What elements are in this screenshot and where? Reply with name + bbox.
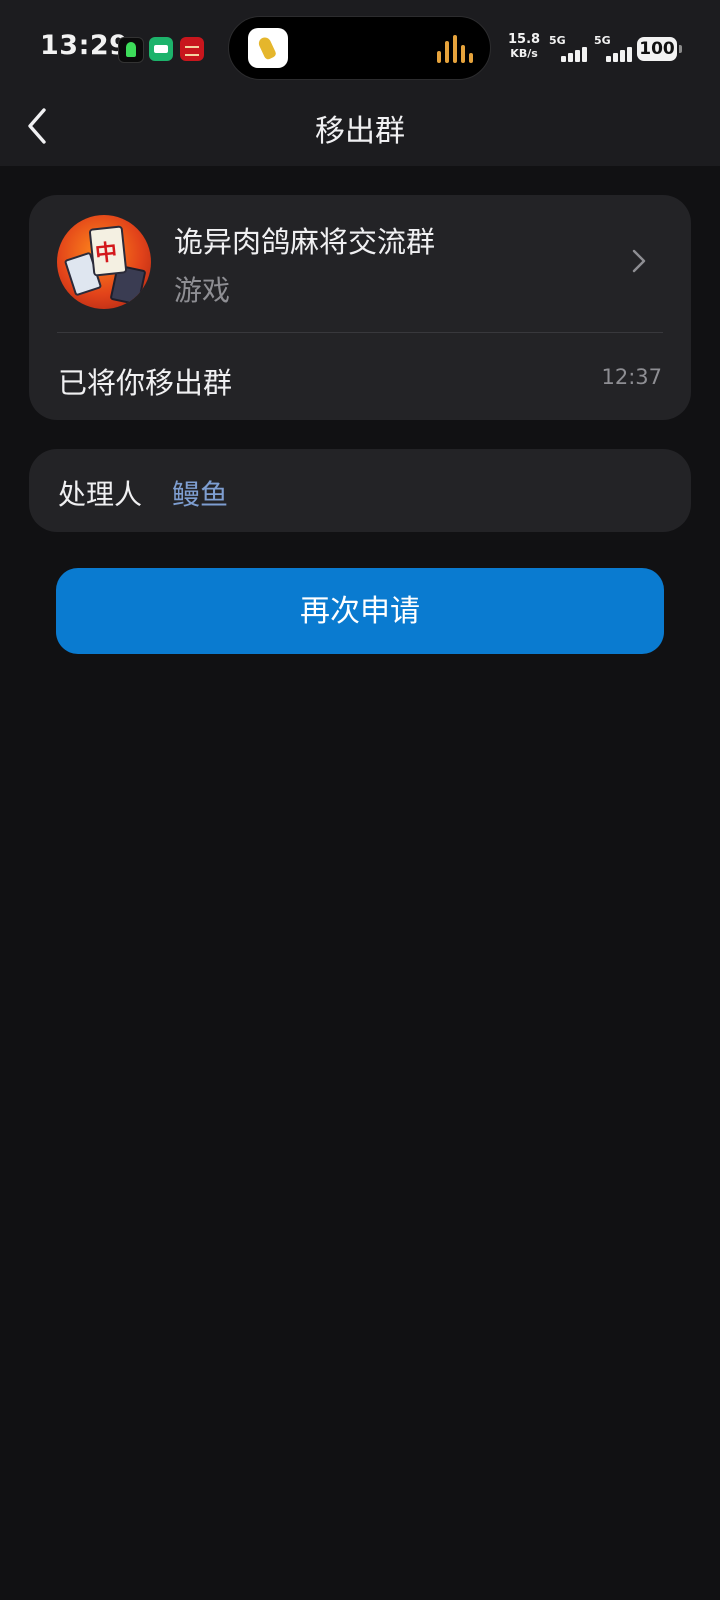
notification-app-icon: [149, 37, 173, 61]
handler-name-link[interactable]: 鳗鱼: [172, 473, 228, 513]
notification-app-icon: [118, 37, 144, 63]
top-bar: 13:29 15.8 KB/s 5G 5G 100 移出群: [0, 0, 720, 166]
handler-label: 处理人: [58, 478, 143, 511]
group-avatar: [57, 215, 151, 309]
network-speed: 15.8 KB/s: [508, 33, 540, 61]
status-bar: 13:29 15.8 KB/s 5G 5G 100: [0, 0, 720, 96]
status-time: 13:29: [40, 30, 129, 61]
navigation-bar: 移出群: [0, 96, 720, 166]
signal-label: 5G: [549, 34, 566, 47]
handler-card: 处理人 鳗鱼: [29, 449, 691, 532]
signal-label: 5G: [594, 34, 611, 47]
cellular-signal-icon: 5G: [549, 34, 591, 62]
battery-indicator: 100: [637, 37, 682, 61]
group-name: 诡异肉鸽麻将交流群: [174, 225, 436, 259]
audio-wave-icon: [437, 35, 477, 63]
network-speed-value: 15.8: [508, 32, 541, 47]
group-info-row[interactable]: 诡异肉鸽麻将交流群 游戏: [29, 195, 691, 332]
dynamic-island[interactable]: [228, 16, 491, 80]
group-info-card: 诡异肉鸽麻将交流群 游戏 已将你移出群 12:37: [29, 195, 691, 420]
music-app-icon: [248, 28, 288, 68]
reapply-button[interactable]: 再次申请: [56, 568, 664, 654]
network-speed-unit: KB/s: [510, 47, 538, 60]
group-category: 游戏: [174, 274, 231, 307]
chevron-right-icon: [632, 249, 646, 273]
cellular-signal-icon: 5G: [594, 34, 636, 62]
removal-timestamp: 12:37: [601, 365, 662, 389]
removal-message: 已将你移出群: [58, 366, 233, 400]
notification-app-icon: [180, 37, 204, 61]
page-title: 移出群: [315, 114, 405, 149]
divider: [57, 332, 663, 333]
mahjong-tile-graphic: [88, 225, 128, 277]
app-screen: 13:29 15.8 KB/s 5G 5G 100 移出群 中 诡异肉鸽麻将交流…: [0, 0, 720, 1600]
